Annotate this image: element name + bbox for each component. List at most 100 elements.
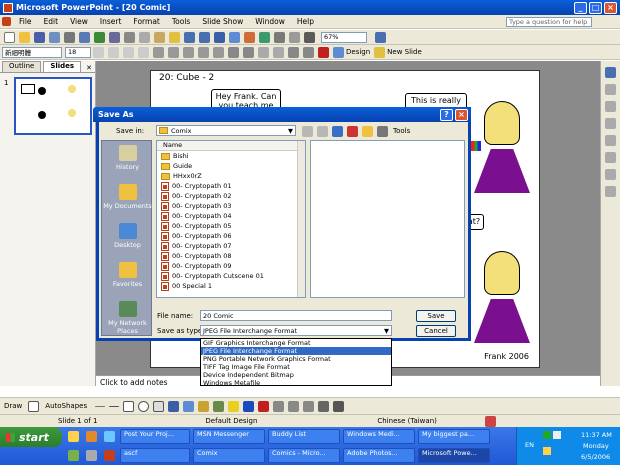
distribute-icon[interactable] [213,46,224,58]
line-style-icon[interactable] [273,400,285,412]
file-item[interactable]: 00- Cryptopath 05 [157,221,305,231]
draw-menu[interactable]: Draw [4,402,22,410]
file-list-scrollbar[interactable] [297,141,305,297]
folder-item[interactable]: Bishi [157,151,305,161]
hyperlink-icon[interactable] [259,31,270,43]
maximize-button[interactable]: □ [589,1,602,14]
task-pane-icon[interactable] [605,186,616,197]
grid-icon[interactable] [289,31,300,43]
picture-icon[interactable] [213,400,225,412]
clock-time[interactable]: 11:37 AM [581,431,612,439]
print-preview-icon[interactable] [79,31,90,43]
insert-picture-icon[interactable] [244,31,255,43]
slide-thumbnail[interactable] [14,77,92,135]
tab-slides[interactable]: Slides [43,61,82,72]
task-pane-icon[interactable] [605,135,616,146]
redo-icon[interactable] [199,31,210,43]
justify-icon[interactable] [198,46,209,58]
dash-style-icon[interactable] [288,400,300,412]
quicklaunch-icon[interactable] [86,431,97,442]
search-web-icon[interactable] [332,125,343,137]
task-pane-icon[interactable] [605,169,616,180]
new-icon[interactable] [4,31,15,43]
quicklaunch-icon[interactable] [104,450,115,461]
task-post-project[interactable]: Post Your Proj... [120,429,190,444]
task-pane-icon[interactable] [605,84,616,95]
open-icon[interactable] [19,31,30,43]
research-icon[interactable] [109,31,120,43]
decrease-font-icon[interactable] [273,46,284,58]
design-button[interactable]: Design [346,48,370,56]
dialog-close-button[interactable]: × [455,108,468,121]
task-pane-icon[interactable] [605,101,616,112]
line-color-icon[interactable] [243,400,255,412]
file-item[interactable]: 00- Cryptopath 07 [157,241,305,251]
task-ascf[interactable]: ascf [120,448,190,463]
pane-close-icon[interactable]: ✕ [86,64,95,72]
textbox-icon[interactable] [153,400,165,412]
type-option-tiff[interactable]: TIFF Tag Image File Format [201,363,391,371]
tray-icon[interactable] [553,431,561,439]
help-icon[interactable] [375,31,386,43]
menu-insert[interactable]: Insert [100,17,122,26]
save-button[interactable]: Save [416,310,456,322]
shadow-style-icon[interactable] [318,400,330,412]
place-history[interactable]: History [102,141,153,180]
font-size-select[interactable]: 18 [65,46,91,58]
filename-input[interactable]: 20 Comic [200,310,392,321]
file-item[interactable]: 00- Cryptopath Cutscene 01 [157,271,305,281]
new-folder-icon[interactable] [362,125,373,137]
menu-help[interactable]: Help [297,17,314,26]
file-item[interactable]: 00 Special 1 [157,281,305,291]
clipart-icon[interactable] [198,400,210,412]
menu-tools[interactable]: Tools [172,17,190,26]
file-item[interactable]: 00- Cryptopath 08 [157,251,305,261]
diagram-icon[interactable] [183,400,195,412]
new-slide-icon[interactable] [374,46,386,58]
save-in-select[interactable]: Comix ▼ [156,125,296,136]
tab-outline[interactable]: Outline [2,61,42,72]
file-item[interactable]: 00- Cryptopath 03 [157,201,305,211]
format-painter-icon[interactable] [169,31,180,43]
folder-item[interactable]: HHxx0rZ [157,171,305,181]
place-desktop[interactable]: Desktop [102,219,153,258]
tools-menu[interactable]: Tools [393,127,410,135]
start-button[interactable]: start [0,427,62,447]
copy-icon[interactable] [139,31,150,43]
menu-file[interactable]: File [19,17,32,26]
paste-icon[interactable] [154,31,165,43]
rectangle-icon[interactable] [123,400,135,412]
increase-indent-icon[interactable] [303,46,314,58]
cancel-button[interactable]: Cancel [416,325,456,337]
menu-slideshow[interactable]: Slide Show [202,17,243,26]
font-color-icon[interactable] [318,46,329,58]
wordart-icon[interactable] [168,400,180,412]
savetype-select[interactable]: JPEG File Interchange Format ▼ [200,325,392,336]
oval-icon[interactable] [138,400,150,412]
column-header-name[interactable]: Name [157,141,305,151]
task-pane-icon[interactable] [605,67,616,78]
place-my-network[interactable]: My Network Places [102,297,153,336]
shadow-icon[interactable] [138,46,149,58]
type-option-jpeg[interactable]: JPEG File Interchange Format [201,347,391,355]
italic-icon[interactable] [108,46,119,58]
file-item[interactable]: 00- Cryptopath 09 [157,261,305,271]
spelling-icon[interactable] [94,31,105,43]
help-search-input[interactable]: Type a question for help [506,17,592,27]
align-right-icon[interactable] [183,46,194,58]
arrow-style-icon[interactable] [303,400,315,412]
decrease-indent-icon[interactable] [288,46,299,58]
place-favorites[interactable]: Favorites [102,258,153,297]
arrow-icon[interactable] [109,405,120,407]
fill-color-icon[interactable] [228,400,240,412]
task-biggest[interactable]: My biggest pa... [418,429,490,444]
zoom-select[interactable]: 67% [321,31,367,43]
tray-icon[interactable] [543,431,551,439]
line-icon[interactable] [95,405,106,407]
place-my-documents[interactable]: My Documents [102,180,153,219]
insert-table-icon[interactable] [229,31,240,43]
menu-view[interactable]: View [70,17,88,26]
font-select[interactable]: 新細明體 [2,46,62,58]
quicklaunch-icon[interactable] [104,431,115,442]
select-pointer-icon[interactable] [28,400,40,412]
